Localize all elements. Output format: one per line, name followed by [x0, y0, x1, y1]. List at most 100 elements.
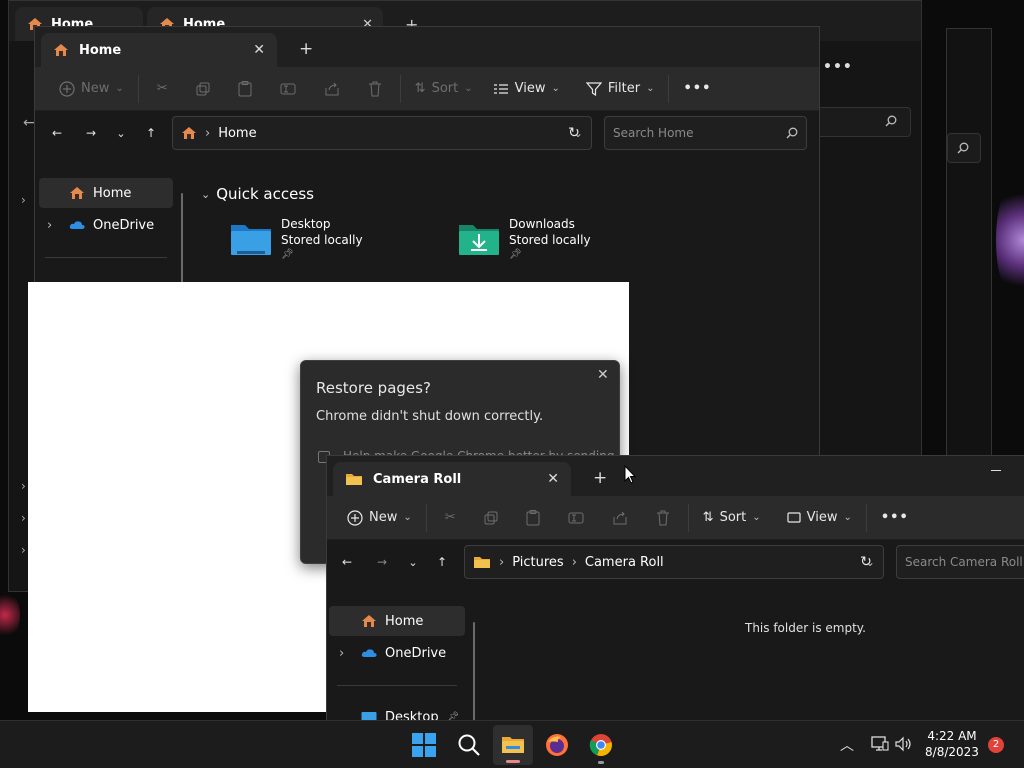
view-button[interactable]: View ⌄ [483, 73, 570, 105]
file-explorer-icon[interactable] [493, 725, 533, 765]
view-icon [787, 511, 801, 524]
rename-button[interactable] [266, 73, 310, 105]
breadcrumb-home[interactable]: Home [218, 126, 256, 141]
chevron-right-icon[interactable]: › [21, 193, 26, 207]
cut-button[interactable]: ✂ [143, 73, 182, 105]
expand-chevron-icon[interactable]: › [47, 218, 61, 233]
sidebar-scrollbar[interactable] [181, 193, 183, 283]
more-options-button[interactable]: ••• [673, 73, 721, 105]
search-icon [957, 142, 969, 154]
clock[interactable]: 4:22 AM 8/8/2023 [922, 728, 982, 760]
new-tab-icon[interactable]: + [593, 468, 607, 488]
home-navigation-bar: ← → ⌄ ↑ › Home ⌄ ↻ Search Home [35, 111, 819, 155]
paste-button[interactable] [512, 502, 554, 534]
plus-circle-icon [347, 509, 363, 526]
recent-locations-chevron-icon[interactable]: ⌄ [111, 123, 131, 143]
show-hidden-icons-chevron-icon[interactable]: ︿ [840, 735, 854, 755]
sidebar-divider [337, 685, 457, 686]
filter-button[interactable]: Filter ⌄ [576, 73, 665, 105]
quick-access-item-downloads[interactable]: Downloads Stored locally 📌︎ [457, 217, 667, 267]
search-icon[interactable] [457, 733, 481, 757]
recent-locations-chevron-icon[interactable]: ⌄ [403, 552, 423, 572]
forward-icon[interactable]: → [81, 123, 101, 143]
sidebar-scrollbar[interactable] [473, 622, 475, 720]
sort-button[interactable]: ⇅ Sort ⌄ [405, 73, 483, 105]
copy-button[interactable] [182, 73, 224, 105]
minimize-button[interactable] [991, 470, 1001, 471]
copy-button[interactable] [470, 502, 512, 534]
sidebar-item-onedrive[interactable]: › OneDrive [329, 638, 465, 668]
quick-access-header[interactable]: ⌄ Quick access [201, 185, 314, 203]
scissors-icon: ✂ [156, 81, 168, 96]
notification-badge[interactable]: 2 [988, 737, 1004, 753]
volume-icon[interactable] [895, 736, 913, 752]
mouse-cursor-icon [624, 465, 636, 484]
tab-bar: Camera Roll ✕ + [327, 456, 1024, 496]
breadcrumb-camera-roll[interactable]: Camera Roll [585, 555, 664, 570]
back-icon[interactable]: ← [47, 123, 67, 143]
breadcrumb-pictures[interactable]: Pictures [512, 555, 563, 570]
clipboard-icon [526, 509, 540, 526]
breadcrumb-separator-icon: › [571, 554, 577, 570]
sort-button[interactable]: ⇅ Sort ⌄ [693, 502, 771, 534]
back-icon[interactable]: ← [23, 115, 35, 131]
pin-icon: 📌︎ [281, 249, 294, 260]
breadcrumb-separator-icon: › [499, 554, 505, 570]
home-icon [69, 186, 85, 200]
share-button[interactable] [598, 502, 642, 534]
sidebar-item-home[interactable]: Home [329, 606, 465, 636]
paste-button[interactable] [224, 73, 266, 105]
firefox-icon[interactable] [545, 733, 569, 757]
new-button[interactable]: New ⌄ [337, 502, 422, 534]
sidebar-item-home[interactable]: Home [39, 178, 173, 208]
new-tab-icon[interactable]: + [299, 39, 313, 59]
delete-button[interactable] [354, 73, 396, 105]
sidebar-item-onedrive[interactable]: › OneDrive [39, 210, 173, 240]
chevron-right-icon[interactable]: › [21, 543, 26, 557]
chevron-right-icon[interactable]: › [21, 511, 26, 525]
toolbar-divider [865, 503, 867, 532]
sort-icon: ⇅ [414, 81, 426, 96]
close-tab-icon[interactable]: ✕ [253, 42, 265, 58]
expand-chevron-icon[interactable]: › [339, 646, 353, 661]
back-icon[interactable]: ← [337, 552, 357, 572]
folder-icon [473, 555, 491, 569]
search-home-input[interactable]: Search Home [604, 116, 807, 150]
tab-home[interactable]: Home ✕ [41, 33, 277, 67]
delete-button[interactable] [642, 502, 684, 534]
search-camera-roll-input[interactable]: Search Camera Roll [896, 545, 1024, 579]
share-button[interactable] [310, 73, 354, 105]
refresh-icon[interactable]: ↻ [564, 123, 584, 143]
more-options-icon[interactable]: ••• [823, 59, 853, 75]
address-bar[interactable]: › Pictures › Camera Roll ⌄ [464, 545, 884, 579]
sidebar-item-desktop[interactable]: Desktop 📌︎ [329, 702, 465, 720]
pin-icon: 📌︎ [447, 712, 459, 720]
start-icon[interactable] [412, 733, 436, 757]
clock-time: 4:22 AM [927, 729, 977, 743]
tab-camera-roll[interactable]: Camera Roll ✕ [333, 462, 571, 496]
toolbar-divider [687, 503, 689, 532]
scissors-icon: ✂ [444, 510, 456, 525]
quick-access-item-desktop[interactable]: Desktop Stored locally 📌︎ [229, 217, 439, 267]
view-button[interactable]: View ⌄ [777, 502, 862, 534]
cut-button[interactable]: ✂ [431, 502, 470, 534]
sidebar-item-label: Home [385, 613, 424, 629]
more-options-button[interactable]: ••• [871, 502, 919, 534]
refresh-icon[interactable]: ↻ [856, 552, 876, 572]
address-bar[interactable]: › Home ⌄ [172, 116, 592, 150]
forward-icon[interactable]: → [372, 552, 392, 572]
chevron-down-icon: ⌄ [551, 83, 560, 94]
chevron-down-icon: ⌄ [843, 512, 852, 523]
copy-icon [196, 82, 210, 96]
new-button[interactable]: New ⌄ [49, 73, 134, 105]
close-tab-icon[interactable]: ✕ [547, 471, 559, 487]
chrome-icon[interactable] [589, 733, 613, 764]
quick-access-heading: Quick access [216, 185, 314, 203]
close-icon[interactable]: ✕ [597, 367, 609, 383]
up-icon[interactable]: ↑ [432, 552, 452, 572]
chevron-right-icon[interactable]: › [21, 479, 26, 493]
up-icon[interactable]: ↑ [141, 123, 161, 143]
toolbar-divider [425, 503, 427, 532]
network-icon[interactable] [871, 736, 889, 752]
rename-button[interactable] [554, 502, 598, 534]
